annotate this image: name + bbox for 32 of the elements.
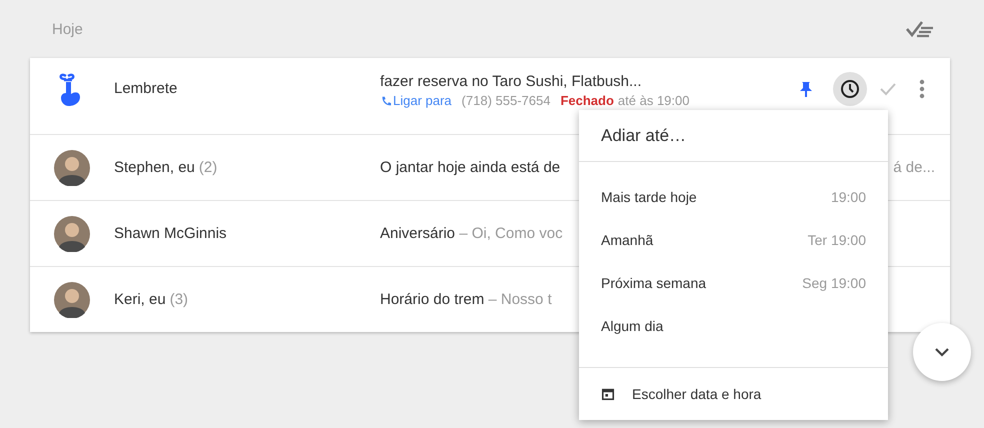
call-link[interactable]: Ligar para (380, 92, 452, 110)
menu-item[interactable]: Próxima semana Seg 19:00 (579, 261, 888, 304)
avatar (54, 216, 90, 252)
avatar (54, 150, 90, 186)
snippet: á de... (893, 159, 935, 176)
menu-item[interactable]: Algum dia (579, 304, 888, 347)
menu-item[interactable]: Amanhã Ter 19:00 (579, 218, 888, 261)
subject: fazer reserva no Taro Sushi, Flatbush... (380, 73, 642, 90)
calendar-icon (601, 387, 615, 401)
message-count: (3) (170, 291, 188, 308)
menu-title: Adiar até… (579, 110, 888, 162)
sender-name: Stephen, eu (114, 159, 195, 176)
subject: Horário do trem (380, 290, 484, 308)
status-label: Fechado (560, 92, 614, 110)
phone-number: (718) 555-7654 (462, 92, 550, 110)
avatar (54, 282, 90, 318)
phone-icon (380, 96, 391, 106)
sender-name: Lembrete (114, 80, 178, 97)
sender-name: Shawn McGinnis (114, 225, 227, 242)
message-count: (2) (198, 159, 218, 176)
snooze-button[interactable] (833, 72, 867, 106)
opening-hours: até às 19:00 (618, 92, 690, 110)
clock-icon (840, 79, 860, 99)
sender-name: Keri, eu (114, 291, 166, 308)
snippet: – Oi, Como voc (458, 224, 563, 242)
subject: Aniversário (380, 224, 456, 242)
section-title: Hoje (52, 20, 83, 38)
menu-item[interactable]: Mais tarde hoje 19:00 (579, 175, 888, 218)
menu-item[interactable]: Escolher data e hora (579, 368, 888, 420)
subject: O jantar hoje ainda está de (380, 158, 560, 176)
snippet: – Nosso t (487, 290, 552, 308)
more-icon (919, 79, 925, 99)
